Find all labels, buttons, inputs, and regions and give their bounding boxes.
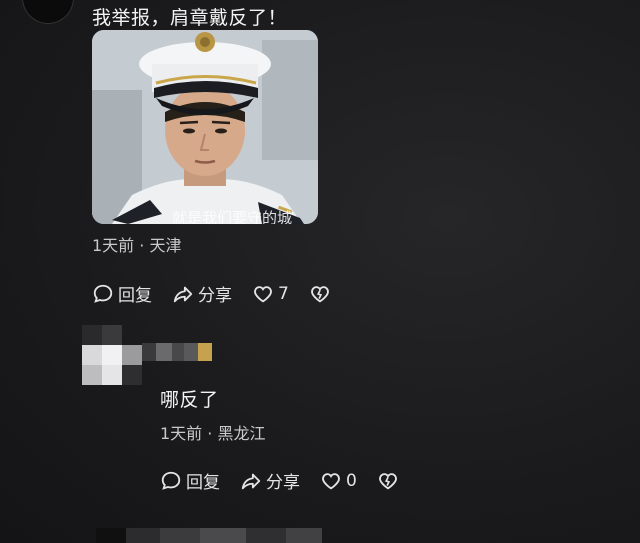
pixel-block	[126, 528, 160, 543]
pixel-block	[156, 343, 172, 361]
meta-time: 1天前	[92, 236, 135, 255]
reply-actions: 回复 分享 0	[160, 468, 399, 493]
like-count: 0	[346, 470, 357, 491]
reply-button[interactable]: 回复	[160, 468, 220, 493]
reply-meta: 1天前 · 黑龙江	[160, 420, 265, 444]
comment-text: 我举报，肩章戴反了！	[92, 7, 288, 29]
like-button[interactable]: 0	[320, 470, 357, 492]
pixelated-avatar	[82, 325, 142, 385]
share-button[interactable]: 分享	[240, 468, 300, 493]
comment-meta: 1天前 · 天津	[92, 232, 181, 256]
comment-bubble-icon	[161, 471, 181, 490]
pixel-block	[96, 528, 126, 543]
meta-time: 1天前	[160, 424, 203, 443]
broken-heart-icon	[378, 472, 397, 489]
reply-text: 哪反了	[160, 389, 219, 411]
pixel-block	[286, 528, 322, 543]
like-count: 7	[278, 283, 289, 304]
heart-icon	[322, 472, 340, 489]
heart-icon	[254, 285, 272, 302]
broken-heart-icon	[310, 285, 329, 302]
share-button[interactable]: 分享	[172, 281, 232, 306]
dislike-button[interactable]	[309, 283, 331, 305]
meta-separator: ·	[139, 236, 145, 255]
pixel-block	[246, 528, 286, 543]
comment-image[interactable]: 就是我们要守的城	[92, 30, 318, 224]
subtitle-caption: 就是我们要守的城	[172, 209, 292, 224]
meta-location: 黑龙江	[217, 424, 266, 443]
reply-button[interactable]: 回复	[92, 281, 152, 306]
share-label: 分享	[198, 286, 232, 306]
share-label: 分享	[266, 473, 300, 493]
like-button[interactable]: 7	[252, 283, 289, 305]
pixel-block	[184, 343, 198, 361]
pixel-block	[200, 528, 246, 543]
reply-label: 回复	[186, 473, 220, 493]
share-arrow-icon	[241, 473, 261, 489]
comment-actions: 回复 分享 7	[92, 281, 331, 306]
avatar[interactable]	[82, 325, 142, 385]
officer-photo: 就是我们要守的城	[92, 30, 318, 224]
dislike-button[interactable]	[377, 470, 399, 492]
pixel-block	[198, 343, 212, 361]
pixel-block	[172, 343, 184, 361]
share-arrow-icon	[173, 286, 193, 302]
meta-separator: ·	[207, 424, 213, 443]
meta-location: 天津	[149, 236, 182, 255]
pixel-block	[142, 343, 156, 361]
reply-label: 回复	[118, 286, 152, 306]
avatar[interactable]	[22, 0, 74, 24]
comment-bubble-icon	[93, 284, 113, 303]
pixel-block	[160, 528, 200, 543]
next-comment-username[interactable]	[96, 528, 322, 543]
username[interactable]	[142, 343, 212, 361]
